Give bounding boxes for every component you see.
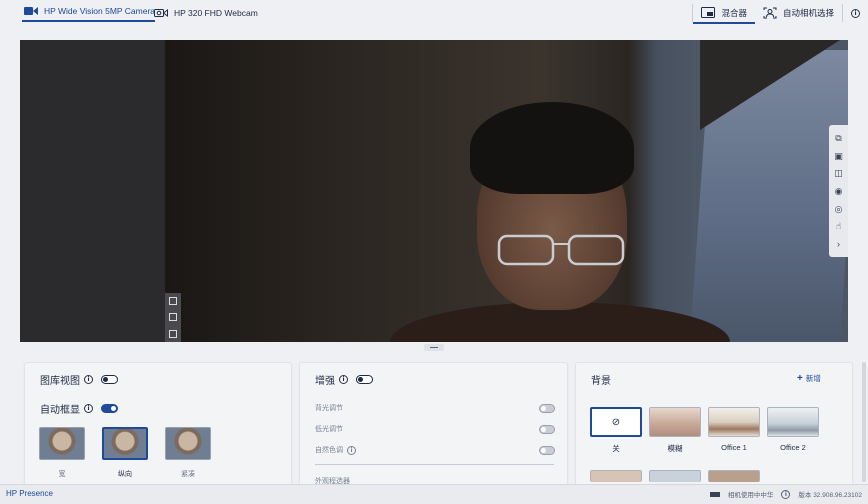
status-right: 相机使用中中华 i 版本 32.908.96.23102 (709, 489, 862, 499)
enhance-row-label: 背光调节 (315, 405, 343, 412)
framing-option-label: 宽 (58, 471, 66, 478)
tab-label: HP 320 FHD Webcam (174, 8, 258, 18)
preview-letterbox (20, 40, 165, 342)
camera-preview (20, 40, 848, 342)
background-option-office-2[interactable] (767, 407, 819, 437)
status-bar: HP Presence 相机使用中中华 i 版本 32.908.96.23102 (0, 484, 868, 504)
background-option-off[interactable]: ⊘ (590, 407, 642, 437)
enhance-title-row: 增强 i (315, 372, 373, 387)
photo-icon[interactable]: ▣ (834, 151, 844, 161)
info-icon: i (851, 8, 860, 18)
camera-status-icon (709, 491, 720, 497)
tab-hp-wide-vision[interactable]: HP Wide Vision 5MP Camera (22, 2, 156, 22)
background-option-blur[interactable] (649, 407, 701, 437)
chevron-right-icon[interactable]: › (834, 239, 844, 249)
tab-label: HP Wide Vision 5MP Camera (44, 6, 156, 16)
mixer-button[interactable]: 混合器 (693, 4, 755, 24)
pip-icon[interactable]: ⧉ (834, 133, 844, 143)
preview-side-toolbar: ⧉ ▣ ◫ ◉ ◎ ☝ › (829, 125, 848, 257)
enhance-row-backlight: 背光调节 (315, 403, 555, 413)
enhance-row-label: 自然色调 i (315, 445, 356, 455)
background-option-label: Office 1 (721, 443, 747, 452)
gesture-icon[interactable]: ☝ (834, 221, 844, 231)
add-label: 新增 (805, 374, 821, 383)
webcam-icon (154, 9, 168, 17)
info-button[interactable]: i (843, 2, 868, 24)
status-text: 相机使用中中华 (727, 492, 774, 499)
background-option-label: 模糊 (667, 444, 683, 453)
framing-option-label: 紧凑 (181, 471, 195, 478)
enhance-row-lowlight: 低光调节 (315, 424, 555, 434)
plus-icon: + (797, 373, 803, 384)
gallery-view-row: 图库视图 i (40, 372, 118, 387)
info-icon[interactable]: i (339, 375, 348, 384)
collapse-handle[interactable] (424, 344, 444, 351)
broadcast-icon[interactable]: ◎ (834, 204, 844, 214)
background-option-label: Office 2 (780, 443, 806, 452)
person-hair (470, 102, 634, 194)
background-option-thumbnail[interactable] (590, 470, 642, 482)
camera-icon (24, 7, 38, 15)
framing-option-portrait[interactable] (102, 427, 148, 460)
glasses (497, 234, 625, 266)
tab-hp-320-webcam[interactable]: HP 320 FHD Webcam (152, 2, 258, 24)
background-title: 背景 (591, 376, 611, 387)
backlight-toggle[interactable] (539, 403, 555, 413)
framing-tools (165, 293, 181, 342)
framing-option-label: 纵向 (118, 471, 132, 478)
framing-option-tight[interactable] (165, 427, 211, 460)
brand-label: HP Presence (6, 489, 53, 498)
background-option-office-1[interactable] (708, 407, 760, 437)
background-option-thumbnail[interactable] (708, 470, 760, 482)
scrollbar[interactable] (862, 362, 866, 482)
auto-framing-toggle[interactable] (101, 404, 118, 413)
version-text: 版本 32.908.96.23102 (798, 492, 862, 499)
enhance-title: 增强 (315, 376, 335, 387)
background-title-row: 背景 (591, 372, 611, 387)
info-icon[interactable]: i (781, 489, 791, 499)
background-option-label: 关 (612, 444, 620, 453)
enhance-row-label: 低光调节 (315, 426, 343, 433)
record-icon[interactable]: ◉ (834, 186, 844, 196)
camera-feed (165, 40, 848, 342)
gallery-view-toggle[interactable] (101, 375, 118, 384)
layout-icon[interactable] (169, 329, 177, 338)
info-icon[interactable]: i (84, 404, 93, 413)
auto-select-label: 自动相机选择 (782, 8, 834, 18)
frame-adjust-icon[interactable] (169, 313, 177, 322)
background-option-thumbnail[interactable] (649, 470, 701, 482)
snapshot-icon[interactable]: ◫ (834, 168, 844, 178)
add-background-button[interactable]: + 新增 (797, 373, 821, 384)
natural-tone-toggle[interactable] (539, 445, 555, 455)
info-icon[interactable]: i (84, 375, 93, 384)
enhance-toggle[interactable] (356, 375, 373, 384)
lowlight-toggle[interactable] (539, 424, 555, 434)
top-right-controls: 混合器 自动相机选择 i (692, 0, 868, 26)
crop-icon[interactable] (169, 297, 177, 306)
gallery-view-label: 图库视图 (40, 376, 80, 387)
mixer-icon (701, 7, 716, 18)
framing-option-wide[interactable] (39, 427, 85, 460)
enhance-row-natural-tone: 自然色调 i (315, 445, 555, 455)
auto-framing-row: 自动框显 i (40, 401, 118, 416)
prohibited-icon: ⊘ (611, 416, 621, 428)
person-frame-icon (763, 7, 777, 19)
top-bar: HP Wide Vision 5MP Camera HP 320 FHD Web… (0, 0, 868, 26)
info-icon[interactable]: i (347, 445, 356, 455)
mixer-label: 混合器 (721, 8, 747, 18)
divider (315, 464, 554, 465)
auto-camera-select-button[interactable]: 自动相机选择 (755, 2, 842, 24)
auto-framing-label: 自动框显 (40, 405, 80, 416)
